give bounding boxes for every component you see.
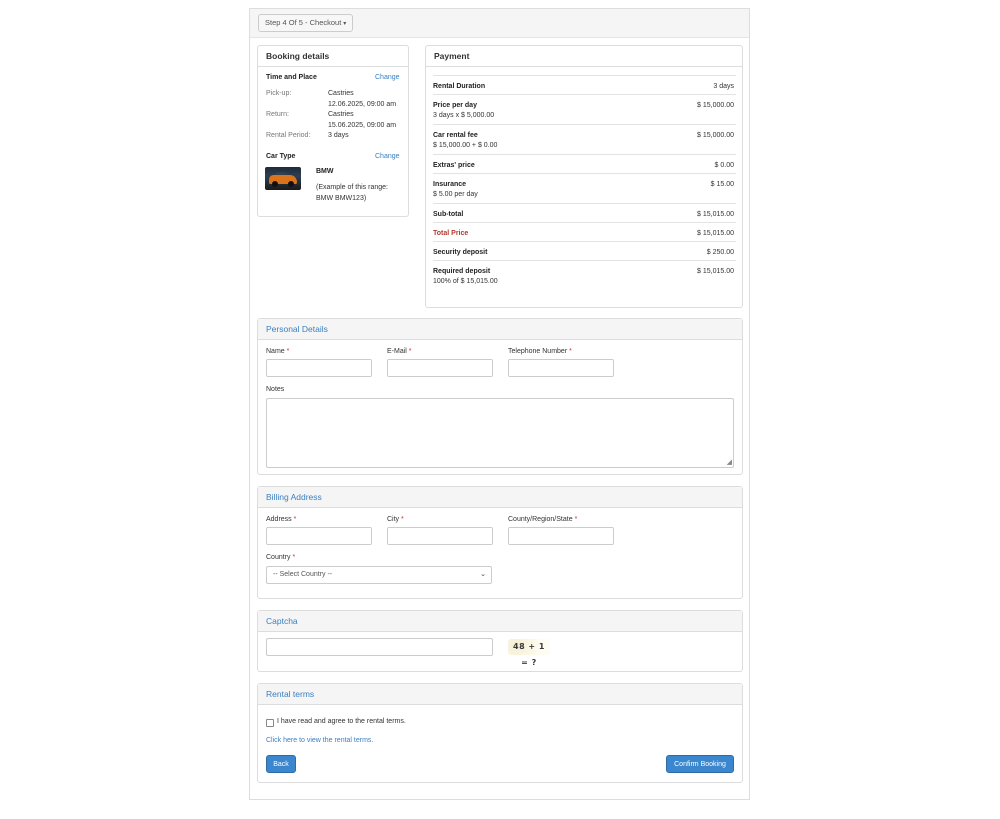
payment-row-amount: $ 0.00: [714, 162, 734, 169]
email-input[interactable]: [387, 359, 493, 377]
car-name: BMW: [316, 168, 334, 175]
payment-row-detail: 100% of $ 15,015.00: [433, 278, 498, 285]
phone-label: Telephone Number *: [508, 348, 572, 355]
country-select[interactable]: -- Select Country -- ⌄: [266, 566, 492, 584]
address-input[interactable]: [266, 527, 372, 545]
payment-row-required-deposit: Required deposit 100% of $ 15,015.00 $ 1…: [433, 260, 736, 285]
payment-title: Payment: [426, 46, 742, 67]
payment-panel: Payment Rental Duration 3 days Price per…: [425, 45, 743, 308]
car-example-line2: BMW BMW123): [316, 194, 367, 202]
payment-row-label: Car rental fee: [433, 132, 478, 139]
payment-row-amount: $ 15,000.00: [697, 102, 734, 109]
payment-row-label: Extras' price: [433, 162, 475, 169]
car-image: [265, 167, 301, 190]
step-dropdown-label: Step 4 Of 5 - Checkout: [265, 18, 342, 27]
resize-grip-icon[interactable]: ◢: [727, 459, 732, 466]
return-location: Castries: [328, 111, 354, 118]
payment-row-label: Security deposit: [433, 249, 488, 256]
booking-details-panel: Booking details Time and Place Change Pi…: [257, 45, 409, 217]
payment-row-amount: $ 15.00: [710, 181, 734, 188]
payment-row-label: Required deposit: [433, 268, 491, 275]
address-label: Address *: [266, 516, 297, 523]
payment-row-extras: Extras' price $ 0.00: [433, 154, 736, 169]
view-terms-link[interactable]: Click here to view the rental terms.: [266, 737, 373, 744]
confirm-booking-button[interactable]: Confirm Booking: [666, 755, 734, 773]
payment-row-detail: 3 days x $ 5,000.00: [433, 112, 495, 119]
payment-row-rental-duration: Rental Duration 3 days: [433, 75, 736, 90]
agree-terms-checkbox[interactable]: [266, 719, 274, 727]
payment-row-total-price: Total Price $ 15,015.00: [433, 222, 736, 237]
step-bar: Step 4 Of 5 - Checkout ▾: [250, 9, 749, 38]
rental-terms-title: Rental terms: [258, 684, 742, 705]
return-datetime: 15.06.2025, 09:00 am: [328, 121, 397, 129]
payment-row-amount: $ 15,000.00: [697, 132, 734, 139]
change-time-place-link[interactable]: Change: [375, 74, 400, 81]
personal-details-title: Personal Details: [258, 319, 742, 340]
payment-row-label: Sub-total: [433, 211, 464, 218]
car-type-title: Car Type: [266, 153, 296, 160]
payment-row-amount: $ 15,015.00: [697, 230, 734, 237]
country-select-value: -- Select Country --: [273, 571, 333, 578]
rental-terms-panel: Rental terms I have read and agree to th…: [257, 683, 743, 783]
payment-row-car-rental-fee: Car rental fee $ 15,000.00 + $ 0.00 $ 15…: [433, 124, 736, 149]
payment-row-label: Price per day: [433, 102, 477, 109]
county-label: County/Region/State *: [508, 516, 578, 523]
captcha-input[interactable]: [266, 638, 493, 656]
payment-row-insurance: Insurance $ 5.00 per day $ 15.00: [433, 173, 736, 198]
pickup-datetime: 12.06.2025, 09:00 am: [328, 100, 397, 108]
time-place-title: Time and Place: [266, 74, 317, 81]
payment-row-label: Insurance: [433, 181, 467, 188]
car-example-line1: (Example of this range:: [316, 184, 388, 191]
payment-row-amount: $ 15,015.00: [697, 268, 734, 275]
payment-row-label: Rental Duration: [433, 83, 486, 90]
name-label: Name *: [266, 348, 290, 355]
payment-row-amount: $ 15,015.00: [697, 211, 734, 218]
city-label: City *: [387, 516, 404, 523]
county-input[interactable]: [508, 527, 614, 545]
city-input[interactable]: [387, 527, 493, 545]
payment-row-label: Total Price: [433, 230, 469, 237]
rental-period-label: Rental Period:: [266, 132, 311, 139]
return-label: Return:: [266, 111, 289, 118]
payment-row-amount: $ 250.00: [706, 249, 734, 256]
pickup-label: Pick-up:: [266, 90, 292, 97]
step-dropdown-button[interactable]: Step 4 Of 5 - Checkout ▾: [258, 14, 354, 32]
notes-textarea[interactable]: ◢: [266, 398, 734, 468]
notes-label: Notes: [266, 386, 285, 393]
captcha-image: 48 + 1 = ?: [508, 639, 550, 667]
rental-period-value: 3 days: [328, 132, 349, 139]
caret-down-icon: ▾: [343, 21, 347, 27]
booking-details-title: Booking details: [258, 46, 408, 67]
name-input[interactable]: [266, 359, 372, 377]
agree-terms-label[interactable]: I have read and agree to the rental term…: [277, 718, 406, 725]
change-car-type-link[interactable]: Change: [375, 153, 400, 160]
payment-row-subtotal: Sub-total $ 15,015.00: [433, 203, 736, 218]
payment-row-price-per-day: Price per day 3 days x $ 5,000.00 $ 15,0…: [433, 94, 736, 119]
return-value: Castries 15.06.2025, 09:00 am: [328, 110, 396, 131]
captcha-title: Captcha: [258, 611, 742, 632]
chevron-down-icon: ⌄: [480, 571, 486, 578]
billing-address-title: Billing Address: [258, 487, 742, 508]
back-button[interactable]: Back: [266, 755, 296, 773]
email-label: E-Mail *: [387, 348, 412, 355]
phone-input[interactable]: [508, 359, 614, 377]
personal-details-panel: Personal Details Name * E-Mail * Telepho…: [257, 318, 743, 475]
car-example: (Example of this range: BMW BMW123): [316, 183, 388, 204]
billing-address-panel: Billing Address Address * City * County/…: [257, 486, 743, 599]
payment-row-detail: $ 15,000.00 + $ 0.00: [433, 142, 498, 149]
payment-row-security-deposit: Security deposit $ 250.00: [433, 241, 736, 256]
payment-row-amount: 3 days: [713, 83, 734, 90]
payment-row-detail: $ 5.00 per day: [433, 191, 478, 198]
pickup-value: Castries 12.06.2025, 09:00 am: [328, 89, 396, 110]
country-label: Country *: [266, 554, 296, 561]
captcha-panel: Captcha 48 + 1 = ?: [257, 610, 743, 672]
pickup-location: Castries: [328, 90, 354, 97]
checkout-container: Step 4 Of 5 - Checkout ▾ Booking details …: [249, 8, 750, 800]
